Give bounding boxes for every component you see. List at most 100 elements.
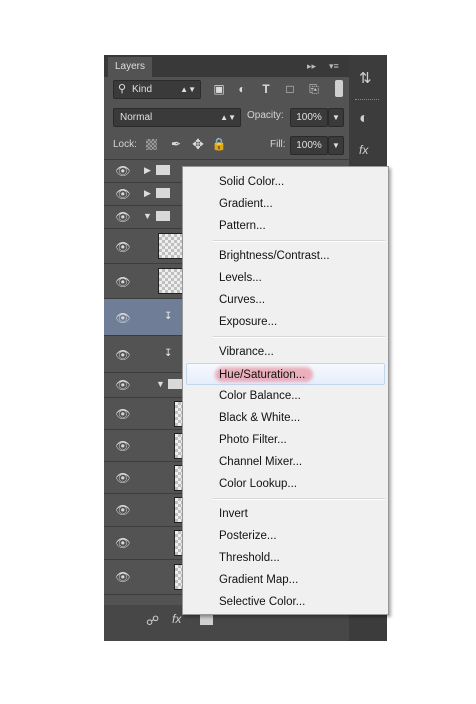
menu-item-color-lookup[interactable]: Color Lookup...	[183, 473, 388, 495]
chevron-updown-icon: ▲▼	[180, 85, 196, 94]
collapse-arrow-icon[interactable]: ▼	[156, 379, 165, 389]
panel-menu-icon[interactable]: ▾≡	[329, 59, 339, 73]
filter-kind-label: Kind	[132, 84, 153, 95]
menu-item-label: Solid Color...	[219, 176, 285, 188]
type-filter-icon[interactable]: T	[257, 80, 275, 98]
menu-item-label: Photo Filter...	[219, 434, 287, 446]
collapse-arrow-icon[interactable]: ▼	[143, 211, 152, 221]
blend-mode-select[interactable]: Normal ▲▼	[113, 108, 241, 127]
blend-mode-value: Normal	[120, 112, 153, 123]
menu-item-levels[interactable]: Levels...	[183, 267, 388, 289]
panel-tab-bar: Layers ▸▸ ▾≡	[104, 55, 349, 77]
adjustment-filter-icon[interactable]: ◐	[233, 80, 251, 98]
menu-item-label: Exposure...	[219, 316, 278, 328]
menu-item-label: Gradient...	[219, 198, 273, 210]
menu-item-label: Channel Mixer...	[219, 456, 303, 468]
menu-item-solid-color[interactable]: Solid Color...	[183, 171, 388, 193]
smart-object-filter-icon[interactable]: ⎘	[305, 80, 323, 98]
menu-item-exposure[interactable]: Exposure...	[183, 311, 388, 333]
menu-item-label: Brightness/Contrast...	[219, 250, 330, 262]
menu-item-label: Curves...	[219, 294, 266, 306]
menu-item-brightness-contrast[interactable]: Brightness/Contrast...	[183, 245, 388, 267]
lock-label: Lock:	[113, 139, 137, 150]
fill-label: Fill:	[270, 139, 286, 150]
menu-item-threshold[interactable]: Threshold...	[183, 547, 388, 569]
folder-open-icon	[168, 379, 182, 389]
menu-item-invert[interactable]: Invert	[183, 503, 388, 525]
menu-item-photo-filter[interactable]: Photo Filter...	[183, 429, 388, 451]
expand-arrow-icon[interactable]: ▶	[144, 165, 151, 176]
fill-dropdown-icon[interactable]: ▼	[328, 136, 344, 155]
menu-item-curves[interactable]: Curves...	[183, 289, 388, 311]
menu-item-color-balance[interactable]: Color Balance...	[183, 385, 388, 407]
opacity-dropdown-icon[interactable]: ▼	[328, 108, 344, 127]
menu-separator	[213, 240, 385, 242]
lock-all-icon[interactable]: 🔒	[210, 135, 228, 153]
menu-item-posterize[interactable]: Posterize...	[183, 525, 388, 547]
history-icon[interactable]: ⇅	[359, 69, 372, 87]
menu-item-black-white[interactable]: Black & White...	[183, 407, 388, 429]
visibility-eye-icon[interactable]: 👁	[112, 503, 134, 517]
menu-item-label: Color Lookup...	[219, 478, 297, 490]
visibility-eye-icon[interactable]: 👁	[112, 311, 134, 325]
visibility-eye-icon[interactable]: 👁	[112, 275, 134, 289]
styles-fx-icon[interactable]: fx	[359, 143, 368, 157]
menu-item-channel-mixer[interactable]: Channel Mixer...	[183, 451, 388, 473]
fx-icon[interactable]: fx	[172, 612, 181, 626]
filter-toggle-switch[interactable]	[335, 80, 343, 97]
lock-transparent-icon[interactable]	[146, 139, 157, 150]
menu-item-label: Selective Color...	[219, 596, 306, 608]
menu-item-hue-saturation[interactable]: Hue/Saturation...	[186, 363, 385, 385]
folder-icon	[156, 188, 170, 198]
chevron-updown-icon: ▲▼	[220, 113, 236, 122]
fill-input[interactable]: 100%	[290, 136, 328, 155]
visibility-eye-icon[interactable]: 👁	[112, 407, 134, 421]
menu-separator	[213, 498, 385, 500]
image-filter-icon[interactable]: ▣	[210, 80, 228, 98]
filter-kind-select[interactable]: ⚲ Kind ▲▼	[113, 80, 201, 99]
menu-item-label: Color Balance...	[219, 390, 301, 402]
visibility-eye-icon[interactable]: 👁	[112, 348, 134, 362]
expand-arrow-icon[interactable]: ▶	[144, 188, 151, 199]
menu-item-gradient-map[interactable]: Gradient Map...	[183, 569, 388, 591]
lock-image-icon[interactable]: ✒	[167, 135, 185, 153]
menu-item-pattern[interactable]: Pattern...	[183, 215, 388, 237]
visibility-eye-icon[interactable]: 👁	[112, 570, 134, 584]
menu-item-gradient[interactable]: Gradient...	[183, 193, 388, 215]
menu-item-label: Pattern...	[219, 220, 266, 232]
folder-icon	[156, 165, 170, 175]
link-icon[interactable]: ☍	[146, 613, 159, 629]
shape-filter-icon[interactable]: □	[281, 80, 299, 98]
search-icon: ⚲	[118, 83, 127, 95]
visibility-eye-icon[interactable]: 👁	[112, 471, 134, 485]
menu-separator	[213, 336, 385, 338]
menu-item-label: Black & White...	[219, 412, 301, 424]
tab-layers[interactable]: Layers	[108, 57, 152, 77]
visibility-eye-icon[interactable]: 👁	[112, 210, 134, 224]
menu-item-label: Threshold...	[219, 552, 280, 564]
lock-position-icon[interactable]: ✥	[189, 135, 207, 153]
visibility-eye-icon[interactable]: 👁	[112, 378, 134, 392]
menu-item-label: Posterize...	[219, 530, 277, 542]
menu-item-selective-color[interactable]: Selective Color...	[183, 591, 388, 613]
visibility-eye-icon[interactable]: 👁	[112, 536, 134, 550]
collapse-icon[interactable]: ▸▸	[307, 59, 316, 73]
mask-icon[interactable]	[200, 614, 213, 625]
folder-open-icon	[156, 211, 170, 221]
adjustment-layer-menu: Solid Color... Gradient... Pattern... Br…	[182, 166, 389, 615]
adjustments-icon[interactable]: ◐	[359, 110, 369, 128]
clipping-arrow-icon: ↧	[164, 311, 173, 322]
opacity-input[interactable]: 100%	[290, 108, 328, 127]
menu-item-label: Gradient Map...	[219, 574, 299, 586]
clipping-arrow-icon: ↧	[164, 348, 173, 359]
visibility-eye-icon[interactable]: 👁	[112, 240, 134, 254]
visibility-eye-icon[interactable]: 👁	[112, 164, 134, 178]
menu-item-label: Levels...	[219, 272, 262, 284]
menu-item-vibrance[interactable]: Vibrance...	[183, 341, 388, 363]
opacity-label: Opacity:	[247, 110, 284, 121]
menu-item-label: Vibrance...	[219, 346, 274, 358]
visibility-eye-icon[interactable]: 👁	[112, 439, 134, 453]
menu-item-label: Hue/Saturation...	[219, 369, 306, 381]
visibility-eye-icon[interactable]: 👁	[112, 187, 134, 201]
dock-grip[interactable]	[355, 99, 379, 102]
